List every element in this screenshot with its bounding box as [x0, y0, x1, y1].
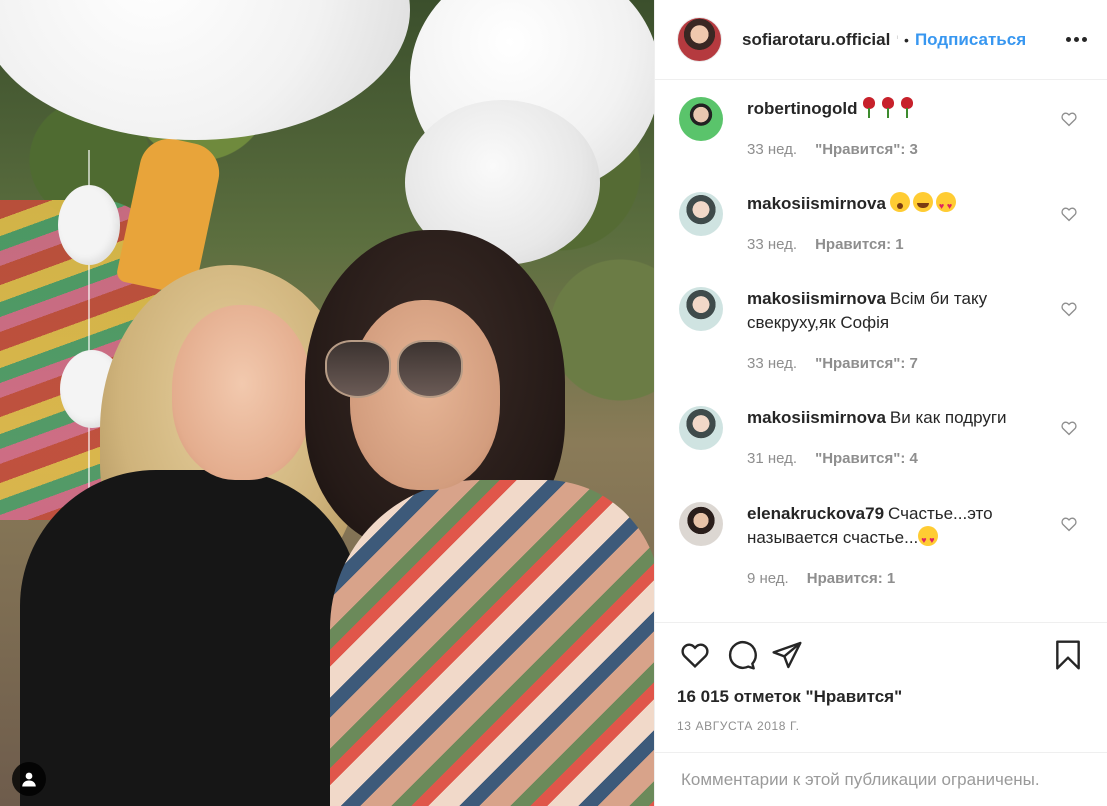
- comment-like-heart-icon[interactable]: [1060, 515, 1078, 533]
- comment-text: robertinogold: [747, 97, 1047, 121]
- comment-text: makosiismirnova Всім би таку свекруху,як …: [747, 287, 1047, 335]
- comment-body: robertinogold 33 нед. "Нравится": 3: [747, 80, 1047, 175]
- more-options-icon[interactable]: [1062, 31, 1091, 48]
- commenter-username[interactable]: makosiismirnova: [747, 194, 886, 213]
- comment-likes[interactable]: Нравится: 1: [807, 570, 896, 587]
- comment-likes[interactable]: "Нравится": 7: [815, 355, 918, 372]
- commenter-avatar[interactable]: [679, 192, 723, 236]
- laughing-face-emoji: [912, 192, 933, 212]
- post-sidebar: sofiarotaru.official ᑊ • Подписаться rob…: [654, 0, 1107, 806]
- comment-time[interactable]: 31 нед.: [747, 450, 797, 467]
- comments-restricted-notice: Комментарии к этой публикации ограничены…: [655, 752, 1107, 806]
- post-date: 13 августа 2018 г.: [677, 719, 800, 733]
- commenter-username[interactable]: makosiismirnova: [747, 408, 886, 427]
- comment-body: makosiismirnova Всім би таку свекруху,як …: [747, 270, 1047, 389]
- comment-body: makosiismirnova 33 нед. Нравится: 1: [747, 175, 1047, 270]
- header-separator: •: [904, 31, 909, 48]
- comment-text: makosiismirnova: [747, 192, 1047, 218]
- comment-text: elenakruckova79 Счастье...это называется …: [747, 502, 1047, 552]
- post-actions: 16 015 отметок "Нравится" 13 августа 201…: [655, 622, 1107, 733]
- comment-time[interactable]: 33 нед.: [747, 236, 797, 253]
- comment-item: robertinogold 33 нед. "Нравится": 3: [655, 80, 1107, 175]
- user-tag-icon[interactable]: [12, 762, 46, 796]
- rose-emoji: [880, 97, 896, 118]
- person-right-body: [330, 480, 654, 806]
- person-left-face: [172, 305, 312, 480]
- share-icon[interactable]: [769, 637, 805, 673]
- comment-meta: 33 нед. "Нравится": 7: [747, 355, 1047, 372]
- comment-likes[interactable]: Нравится: 1: [815, 236, 904, 253]
- comment-message: Ви как подруги: [889, 408, 1007, 427]
- comment-time[interactable]: 33 нед.: [747, 141, 797, 158]
- comment-item: makosiismirnova Всім би таку свекруху,як …: [655, 270, 1107, 389]
- author-avatar[interactable]: [677, 17, 722, 62]
- commenter-avatar[interactable]: [679, 406, 723, 450]
- author-username[interactable]: sofiarotaru.official: [742, 30, 890, 50]
- comment-text: makosiismirnova Ви как подруги: [747, 406, 1047, 430]
- comment-meta: 33 нед. "Нравится": 3: [747, 141, 1047, 158]
- commenter-username[interactable]: makosiismirnova: [747, 289, 886, 308]
- comment-likes[interactable]: "Нравится": 3: [815, 141, 918, 158]
- post-photo[interactable]: [0, 0, 654, 806]
- heart-eyes-emoji: [918, 526, 939, 552]
- comment-body: elenakruckova79 Счастье...это называется …: [747, 485, 1047, 604]
- comment-likes[interactable]: "Нравится": 4: [815, 450, 918, 467]
- rose-emoji: [899, 97, 915, 118]
- astonished-face-emoji: [889, 192, 910, 212]
- person-left-body: [20, 470, 360, 806]
- sunglasses: [325, 340, 465, 402]
- commenter-avatar[interactable]: [679, 502, 723, 546]
- comment-meta: 9 нед. Нравится: 1: [747, 570, 1047, 587]
- comment-item: makosiismirnova 33 нед. Нравится: 1: [655, 175, 1107, 270]
- heart-eyes-emoji: [935, 192, 956, 218]
- comment-time[interactable]: 33 нед.: [747, 355, 797, 372]
- comment-time[interactable]: 9 нед.: [747, 570, 789, 587]
- commenter-avatar[interactable]: [679, 287, 723, 331]
- likes-count[interactable]: 16 015 отметок "Нравится": [677, 687, 1086, 707]
- comment-item: makosiismirnova Ви как подруги 31 нед. "Нра…: [655, 389, 1107, 485]
- comment-icon[interactable]: [723, 637, 759, 673]
- verified-mark: ᑊ: [896, 34, 899, 44]
- heart-icon[interactable]: [677, 637, 713, 673]
- comment-meta: 33 нед. Нравится: 1: [747, 236, 1047, 253]
- comment-like-heart-icon[interactable]: [1060, 110, 1078, 128]
- bookmark-icon[interactable]: [1050, 637, 1086, 673]
- commenter-username[interactable]: robertinogold: [747, 99, 857, 118]
- comment-like-heart-icon[interactable]: [1060, 300, 1078, 318]
- comment-item: elenakruckova79 Счастье...это называется …: [655, 485, 1107, 604]
- comments-list[interactable]: robertinogold 33 нед. "Нравится": 3 makosii…: [655, 80, 1107, 622]
- comment-meta: 31 нед. "Нравится": 4: [747, 450, 1047, 467]
- comment-like-heart-icon[interactable]: [1060, 419, 1078, 437]
- comment-body: makosiismirnova Ви как подруги 31 нед. "Нра…: [747, 389, 1047, 485]
- commenter-avatar[interactable]: [679, 97, 723, 141]
- comment-like-heart-icon[interactable]: [1060, 205, 1078, 223]
- garland-disc: [58, 185, 120, 265]
- commenter-username[interactable]: elenakruckova79: [747, 504, 884, 523]
- rose-emoji: [861, 97, 877, 118]
- post-header: sofiarotaru.official ᑊ • Подписаться: [655, 0, 1107, 80]
- follow-button[interactable]: Подписаться: [915, 30, 1026, 50]
